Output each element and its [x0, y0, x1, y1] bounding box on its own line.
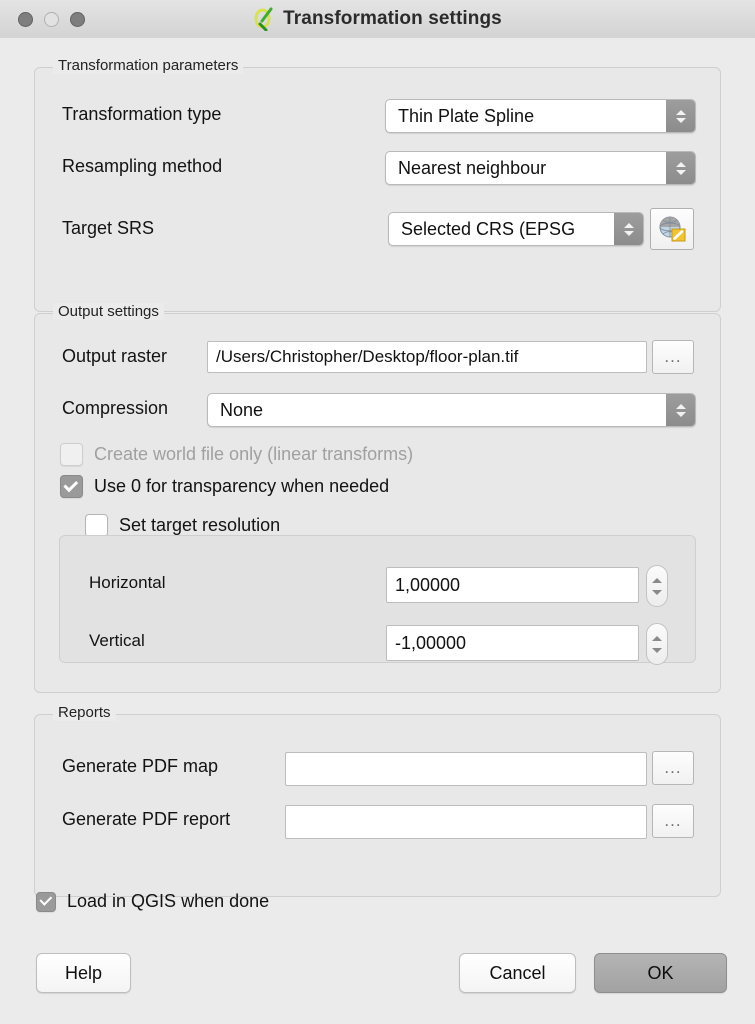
compression-label: Compression: [62, 398, 169, 418]
output-raster-browse-button[interactable]: ...: [652, 340, 694, 374]
vertical-resolution-stepper[interactable]: [646, 623, 668, 665]
close-button[interactable]: [18, 11, 33, 27]
window-title-group: Transformation settings: [0, 7, 755, 31]
window-titlebar: Transformation settings: [0, 0, 755, 39]
compression-value: None: [220, 399, 264, 420]
output-raster-input[interactable]: /Users/Christopher/Desktop/floor-plan.ti…: [207, 341, 647, 373]
window-title: Transformation settings: [283, 8, 502, 29]
target-srs-label: Target SRS: [62, 218, 155, 238]
chevron-updown-icon: [666, 152, 695, 184]
select-crs-button[interactable]: [650, 208, 694, 250]
load-in-qgis-checkbox[interactable]: [36, 891, 56, 912]
generate-pdf-report-browse-button[interactable]: ...: [652, 804, 694, 838]
set-target-resolution-checkbox[interactable]: [85, 514, 108, 537]
generate-pdf-report-label: Generate PDF report: [62, 809, 231, 829]
zoom-button[interactable]: [70, 11, 85, 27]
cancel-button[interactable]: Cancel: [459, 953, 576, 993]
generate-pdf-report-input[interactable]: [285, 805, 647, 839]
transformation-type-combo[interactable]: Thin Plate Spline: [385, 99, 696, 133]
transformation-type-value: Thin Plate Spline: [398, 105, 535, 126]
set-target-resolution-checkbox-row[interactable]: Set target resolution: [85, 514, 280, 537]
transformation-settings-dialog: Transformation parameters Transformation…: [0, 38, 755, 1024]
use-zero-transparency-label: Use 0 for transparency when needed: [94, 476, 390, 496]
transformation-parameters-legend: Transformation parameters: [53, 57, 244, 74]
horizontal-label: Horizontal: [89, 573, 166, 592]
load-in-qgis-checkbox-row[interactable]: Load in QGIS when done: [36, 891, 269, 912]
ok-button[interactable]: OK: [594, 953, 727, 993]
chevron-updown-icon: [666, 100, 695, 132]
use-zero-transparency-checkbox[interactable]: [60, 475, 83, 498]
generate-pdf-map-label: Generate PDF map: [62, 756, 219, 776]
transformation-type-label: Transformation type: [62, 104, 222, 124]
reports-legend: Reports: [53, 704, 116, 721]
minimize-button[interactable]: [44, 11, 59, 27]
resampling-method-label: Resampling method: [62, 156, 223, 176]
globe-edit-icon: [659, 216, 686, 242]
resampling-method-combo[interactable]: Nearest neighbour: [385, 151, 696, 185]
chevron-updown-icon: [666, 394, 695, 426]
create-world-file-checkbox-row[interactable]: Create world file only (linear transform…: [60, 443, 413, 466]
load-in-qgis-label: Load in QGIS when done: [67, 891, 270, 911]
resampling-method-value: Nearest neighbour: [398, 157, 547, 178]
horizontal-resolution-input[interactable]: 1,00000: [386, 567, 639, 603]
generate-pdf-map-input[interactable]: [285, 752, 647, 786]
generate-pdf-map-browse-button[interactable]: ...: [652, 751, 694, 785]
use-zero-transparency-checkbox-row[interactable]: Use 0 for transparency when needed: [60, 475, 389, 498]
qgis-logo-icon: [254, 7, 273, 31]
set-target-resolution-label: Set target resolution: [119, 515, 281, 535]
target-srs-value: Selected CRS (EPSG: [401, 218, 576, 239]
horizontal-resolution-stepper[interactable]: [646, 565, 668, 607]
help-button[interactable]: Help: [36, 953, 131, 993]
output-raster-label: Output raster: [62, 346, 168, 366]
window-controls: [18, 11, 85, 27]
create-world-file-checkbox[interactable]: [60, 443, 83, 466]
compression-combo[interactable]: None: [207, 393, 696, 427]
output-settings-legend: Output settings: [53, 303, 164, 320]
vertical-label: Vertical: [89, 631, 145, 650]
target-srs-combo[interactable]: Selected CRS (EPSG: [388, 212, 644, 246]
create-world-file-label: Create world file only (linear transform…: [94, 444, 414, 464]
chevron-updown-icon: [614, 213, 643, 245]
vertical-resolution-input[interactable]: -1,00000: [386, 625, 639, 661]
